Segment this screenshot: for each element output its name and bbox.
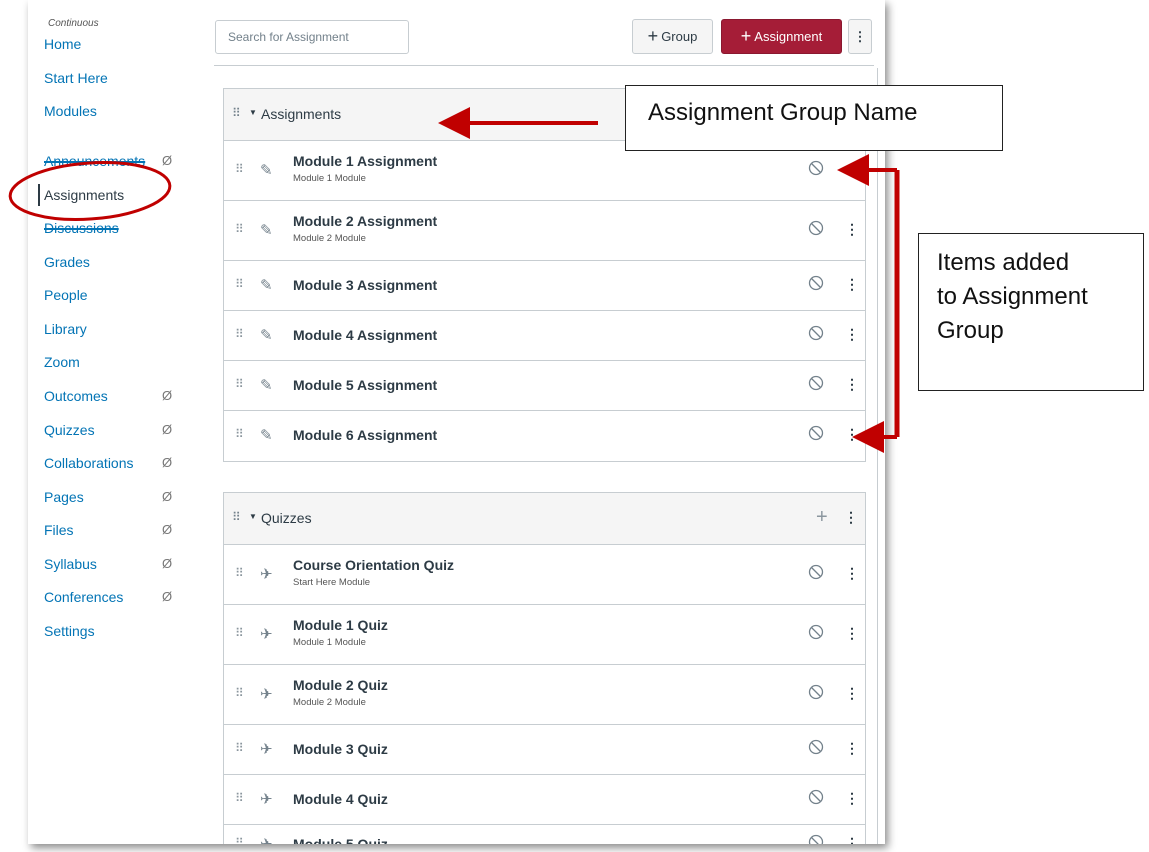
highlight-circle-assignments [8, 161, 172, 221]
annotation-arrows [8, 107, 900, 453]
